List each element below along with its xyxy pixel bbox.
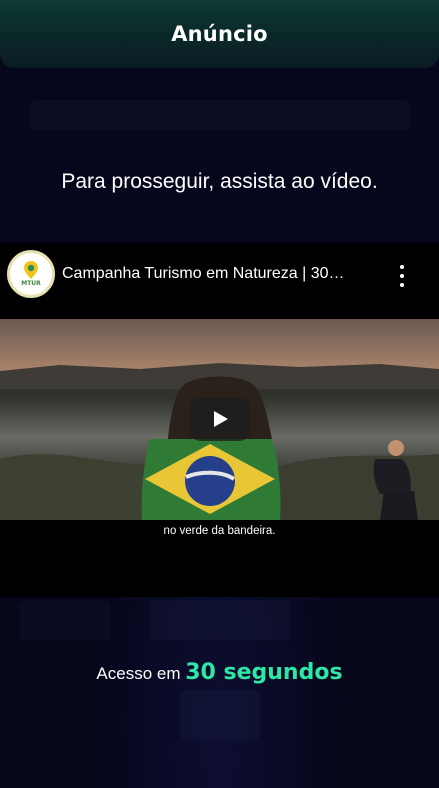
background-block (20, 600, 110, 640)
background-block (180, 690, 260, 740)
background-block (30, 100, 410, 130)
video-caption: no verde da bandeira. (163, 525, 276, 537)
countdown-value: 30 segundos (185, 660, 343, 685)
countdown-label: Acesso em (96, 664, 186, 683)
access-countdown: Acesso em 30 segundos (0, 660, 439, 685)
video-title[interactable]: Campanha Turismo em Natureza | 30… (62, 265, 380, 283)
play-icon (214, 411, 228, 427)
play-button[interactable] (189, 397, 251, 441)
channel-short-name: MTUR (21, 280, 41, 287)
more-vertical-icon[interactable] (393, 265, 411, 287)
ad-header: Anúncio (0, 0, 439, 68)
mtur-logo-icon (24, 261, 38, 279)
video-top-bar: MTUR Campanha Turismo em Natureza | 30… (0, 243, 439, 307)
channel-avatar[interactable]: MTUR (7, 250, 55, 298)
watch-video-prompt: Para prosseguir, assista ao vídeo. (61, 170, 378, 193)
video-player[interactable]: MTUR Campanha Turismo em Natureza | 30… (0, 243, 439, 597)
header-title: Anúncio (171, 22, 268, 46)
background-block (150, 600, 290, 640)
